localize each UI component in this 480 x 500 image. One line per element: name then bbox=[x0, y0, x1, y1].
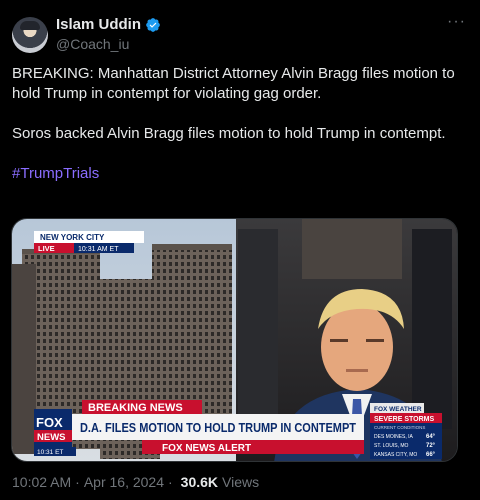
tweet-paragraph-1: BREAKING: Manhattan District Attorney Al… bbox=[12, 65, 455, 102]
avatar[interactable] bbox=[12, 17, 48, 53]
news-screenshot: NEW YORK CITY LIVE 10:31 AM ET BREAKING … bbox=[12, 219, 457, 461]
views-label: Views bbox=[222, 474, 260, 490]
live-time: 10:31 AM ET bbox=[78, 246, 119, 253]
tweet-header: Islam Uddin @Coach_iu ··· bbox=[12, 14, 468, 54]
network-logo-top: FOX bbox=[36, 415, 63, 430]
weather-city-2: ST. LOUIS, MO bbox=[374, 443, 409, 449]
location-label: NEW YORK CITY bbox=[40, 233, 105, 242]
handle[interactable]: @Coach_iu bbox=[56, 36, 129, 52]
tweet-paragraph-2: Soros backed Alvin Bragg files motion to… bbox=[12, 125, 446, 142]
tweet-date[interactable]: Apr 16, 2024 bbox=[84, 474, 164, 490]
media-image[interactable]: NEW YORK CITY LIVE 10:31 AM ET BREAKING … bbox=[11, 218, 458, 462]
alert-label: FOX NEWS ALERT bbox=[162, 443, 251, 454]
network-logo-bottom: NEWS bbox=[37, 432, 66, 443]
weather-city-3: KANSAS CITY, MO bbox=[374, 452, 417, 458]
weather-temp-1: 64° bbox=[426, 434, 436, 440]
separator-2: · bbox=[168, 474, 173, 490]
bug-time: 10:31 ET bbox=[37, 449, 63, 456]
live-label: LIVE bbox=[38, 244, 55, 253]
verified-badge-icon bbox=[146, 17, 160, 32]
weather-brand: FOX WEATHER bbox=[374, 406, 422, 413]
display-name[interactable]: Islam Uddin bbox=[56, 16, 141, 33]
name-row: Islam Uddin bbox=[56, 16, 161, 33]
weather-sub: CURRENT CONDITIONS bbox=[374, 425, 425, 430]
weather-title: SEVERE STORMS bbox=[374, 416, 434, 423]
headline-text: D.A. FILES MOTION TO HOLD TRUMP IN CONTE… bbox=[80, 420, 356, 435]
weather-city-1: DES MOINES, IA bbox=[374, 434, 414, 440]
breaking-label: BREAKING NEWS bbox=[88, 402, 183, 414]
hashtag-link[interactable]: #TrumpTrials bbox=[12, 165, 99, 182]
tweet-text: BREAKING: Manhattan District Attorney Al… bbox=[12, 64, 468, 184]
weather-temp-2: 72° bbox=[426, 443, 436, 449]
tweet-meta: 10:02 AM · Apr 16, 2024 · 30.6K Views bbox=[12, 474, 259, 490]
separator: · bbox=[75, 474, 80, 490]
ellipsis-icon[interactable]: ··· bbox=[447, 14, 466, 30]
weather-temp-3: 66° bbox=[426, 452, 436, 458]
views-count[interactable]: 30.6K bbox=[181, 474, 218, 490]
tweet-time[interactable]: 10:02 AM bbox=[12, 474, 71, 490]
